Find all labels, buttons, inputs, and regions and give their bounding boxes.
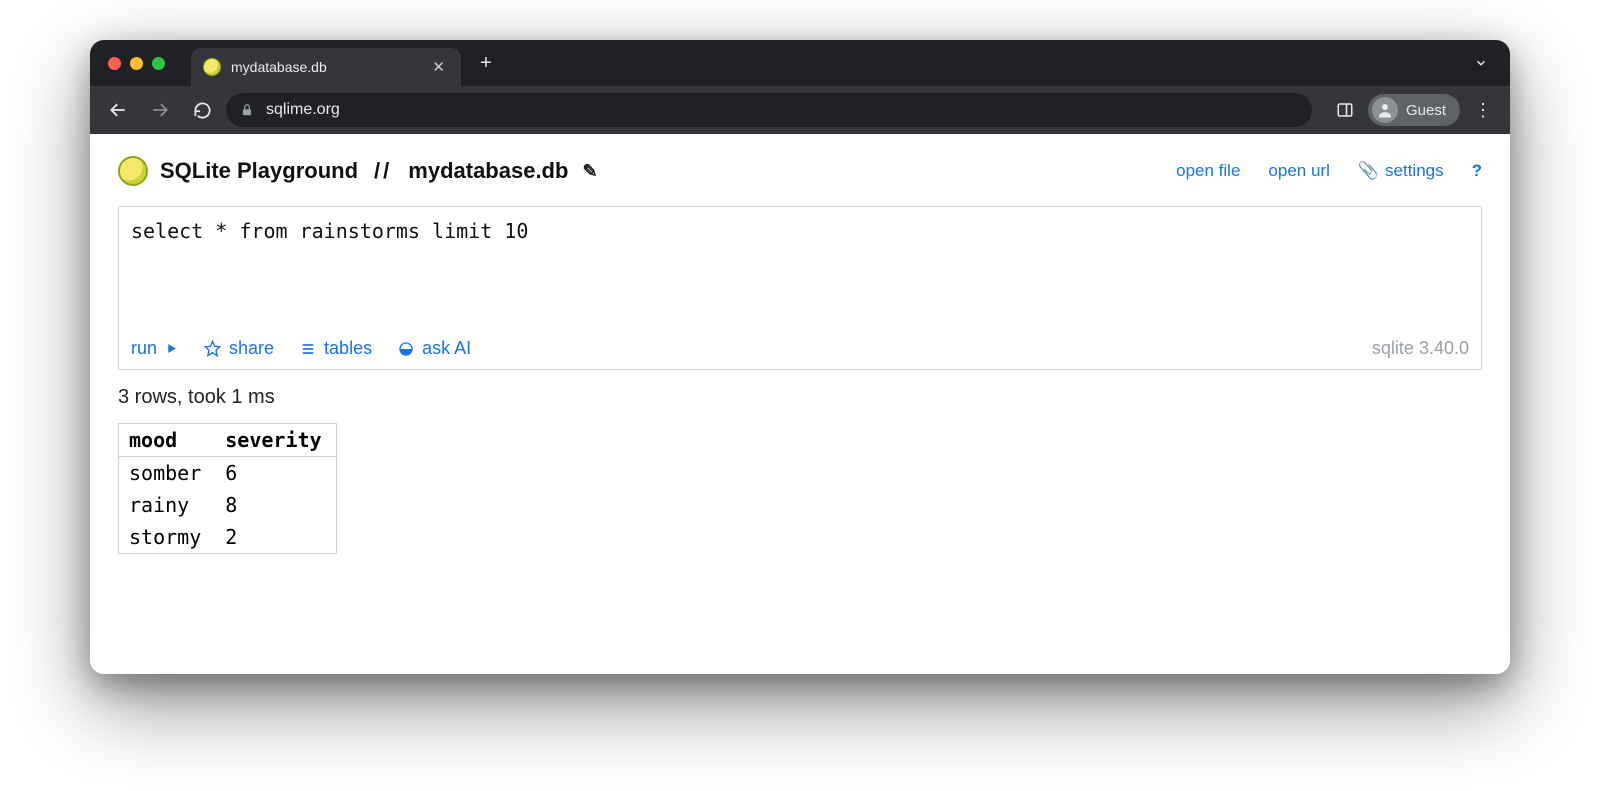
- table-header-row: moodseverity: [119, 424, 337, 457]
- help-link[interactable]: ?: [1472, 161, 1482, 181]
- paperclip-icon: 📎: [1358, 161, 1379, 181]
- ask-ai-button[interactable]: ask AI: [398, 338, 471, 359]
- result-status: 3 rows, took 1 ms: [118, 386, 1482, 409]
- url-text: sqlime.org: [266, 101, 340, 119]
- profile-label: Guest: [1406, 102, 1446, 119]
- close-tab-icon[interactable]: ✕: [430, 58, 447, 76]
- browser-window: mydatabase.db ✕ + sqlime.org: [90, 40, 1510, 674]
- favicon-icon: [203, 58, 221, 76]
- sql-editor[interactable]: [119, 207, 1481, 325]
- table-cell: 2: [215, 521, 336, 554]
- database-name: mydatabase.db: [408, 158, 568, 184]
- close-window-icon[interactable]: [108, 57, 121, 70]
- sqlite-version: sqlite 3.40.0: [1372, 338, 1469, 359]
- browser-tab[interactable]: mydatabase.db ✕: [191, 48, 461, 86]
- window-controls: [108, 57, 165, 70]
- tabs-dropdown-icon[interactable]: [1466, 56, 1510, 70]
- lock-icon: [240, 103, 254, 117]
- ai-icon: [398, 341, 414, 357]
- sql-editor-panel: run share tables: [118, 206, 1482, 370]
- play-icon: [165, 342, 178, 355]
- table-row: rainy8: [119, 489, 337, 521]
- tables-button[interactable]: tables: [300, 338, 372, 359]
- minimize-window-icon[interactable]: [130, 57, 143, 70]
- edit-name-icon[interactable]: ✎: [582, 161, 597, 182]
- table-cell: 8: [215, 489, 336, 521]
- settings-link[interactable]: 📎 settings: [1358, 161, 1444, 181]
- open-file-link[interactable]: open file: [1176, 161, 1240, 181]
- header-links: open file open url 📎 settings ?: [1176, 161, 1482, 181]
- forward-button[interactable]: [142, 92, 178, 128]
- open-url-link[interactable]: open url: [1268, 161, 1329, 181]
- page-header: SQLite Playground // mydatabase.db ✎ ope…: [118, 156, 1482, 186]
- tab-bar: mydatabase.db ✕ +: [90, 40, 1510, 86]
- column-header: severity: [215, 424, 336, 457]
- profile-button[interactable]: Guest: [1368, 94, 1460, 126]
- toolbar-right: Guest ⋮: [1318, 93, 1500, 127]
- table-cell: 6: [215, 457, 336, 490]
- table-cell: rainy: [119, 489, 216, 521]
- tab-title: mydatabase.db: [231, 59, 420, 75]
- app-logo-icon: [118, 156, 148, 186]
- table-row: somber6: [119, 457, 337, 490]
- menu-button[interactable]: ⋮: [1466, 100, 1500, 121]
- browser-toolbar: sqlime.org Guest ⋮: [90, 86, 1510, 134]
- app-title: SQLite Playground: [160, 158, 358, 184]
- address-bar[interactable]: sqlime.org: [226, 93, 1312, 127]
- run-button[interactable]: run: [131, 338, 178, 359]
- back-button[interactable]: [100, 92, 136, 128]
- table-cell: stormy: [119, 521, 216, 554]
- share-button[interactable]: share: [204, 338, 274, 359]
- table-row: stormy2: [119, 521, 337, 554]
- new-tab-button[interactable]: +: [471, 48, 501, 78]
- maximize-window-icon[interactable]: [152, 57, 165, 70]
- side-panel-icon[interactable]: [1328, 93, 1362, 127]
- title-separator: //: [374, 158, 392, 184]
- column-header: mood: [119, 424, 216, 457]
- results-table: moodseverity somber6rainy8stormy2: [118, 423, 337, 554]
- editor-toolbar: run share tables: [119, 330, 1481, 369]
- table-cell: somber: [119, 457, 216, 490]
- reload-button[interactable]: [184, 92, 220, 128]
- list-icon: [300, 341, 316, 357]
- page-content: SQLite Playground // mydatabase.db ✎ ope…: [90, 134, 1510, 674]
- avatar-icon: [1372, 97, 1398, 123]
- star-icon: [204, 340, 221, 357]
